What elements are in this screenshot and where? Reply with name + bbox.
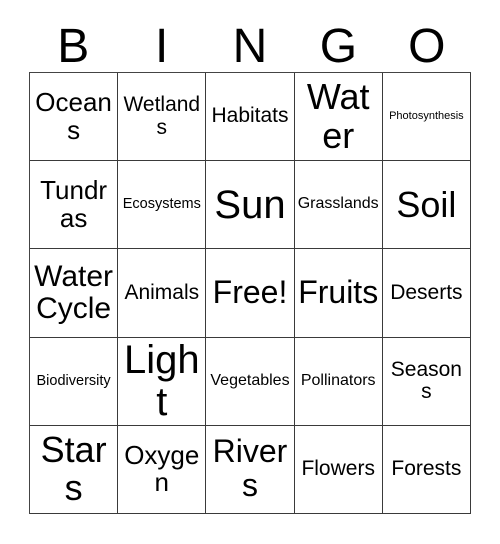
bingo-cell-label: Flowers xyxy=(301,457,375,481)
bingo-cell[interactable]: Animals xyxy=(118,249,207,338)
bingo-cell[interactable]: Vegetables xyxy=(206,337,295,426)
bingo-cell-label: Forests xyxy=(391,457,462,481)
bingo-grid: Oceans Wetlands Habitats Water Photosynthesi… xyxy=(29,72,471,514)
bingo-cell-label: Grasslands xyxy=(297,195,379,213)
bingo-cell[interactable]: Stars xyxy=(30,425,119,514)
header-letter-g: G xyxy=(319,20,358,73)
bingo-cell-label: Ecosystems xyxy=(122,196,201,213)
bingo-cell-label: Seasons xyxy=(390,357,462,404)
bingo-cell[interactable]: Rivers xyxy=(206,425,295,514)
bingo-cell[interactable]: Oxygen xyxy=(118,425,207,514)
bingo-cell[interactable]: Grasslands xyxy=(294,161,383,250)
bingo-cell[interactable]: Soil xyxy=(382,161,471,250)
bingo-cell[interactable]: Seasons xyxy=(382,337,471,426)
bingo-cell[interactable]: Biodiversity xyxy=(30,337,119,426)
header-letter-i: I xyxy=(154,20,169,73)
bingo-cell[interactable]: Water Cycle xyxy=(30,249,119,338)
bingo-cell-label: Fruits xyxy=(298,274,379,311)
bingo-cell[interactable]: Forests xyxy=(382,425,471,514)
header-letter-n: N xyxy=(232,20,268,73)
bingo-cell-label: Water Cycle xyxy=(34,260,114,325)
bingo-cell-label: Free! xyxy=(212,274,288,311)
bingo-cell-label: Wetlands xyxy=(123,93,201,139)
bingo-cell-label: Photosynthesis xyxy=(389,109,464,122)
bingo-cell[interactable]: Flowers xyxy=(294,425,383,514)
header-letter-o: O xyxy=(408,20,446,73)
bingo-cell[interactable]: Sun xyxy=(206,161,295,250)
bingo-cell[interactable]: Photosynthesis xyxy=(382,73,471,162)
bingo-header-row: B I N G O xyxy=(29,8,471,72)
bingo-cell-free-space[interactable]: Free! xyxy=(206,249,295,338)
bingo-cell-label: Oxygen xyxy=(124,439,200,498)
bingo-cell-label: Sun xyxy=(214,182,286,227)
bingo-cell[interactable]: Water xyxy=(294,73,383,162)
bingo-cell-label: Deserts xyxy=(390,280,463,304)
bingo-cell[interactable]: Deserts xyxy=(382,249,471,338)
bingo-cell-label: Soil xyxy=(396,183,457,225)
bingo-cell-label: Light xyxy=(123,337,200,425)
bingo-cell-label: Oceans xyxy=(35,87,112,145)
bingo-cell-label: Tundras xyxy=(40,175,108,233)
bingo-cell[interactable]: Tundras xyxy=(30,161,119,250)
bingo-cell[interactable]: Light xyxy=(118,337,207,426)
bingo-cell[interactable]: Fruits xyxy=(294,249,383,338)
bingo-cell-label: Habitats xyxy=(211,104,289,128)
bingo-cell-label: Pollinators xyxy=(300,371,376,389)
bingo-cell-label: Animals xyxy=(124,280,200,304)
bingo-cell[interactable]: Ecosystems xyxy=(118,161,207,250)
bingo-cell[interactable]: Oceans xyxy=(30,73,119,162)
bingo-cell-label: Water xyxy=(306,76,370,156)
bingo-card: B I N G O Oceans Wetlands Habitats Water Pho… xyxy=(0,0,500,544)
bingo-cell-label: Biodiversity xyxy=(36,372,111,389)
bingo-cell[interactable]: Pollinators xyxy=(294,337,383,426)
bingo-cell-label: Vegetables xyxy=(210,371,290,389)
bingo-cell[interactable]: Wetlands xyxy=(118,73,207,162)
bingo-cell-label: Stars xyxy=(40,429,107,509)
bingo-cell[interactable]: Habitats xyxy=(206,73,295,162)
header-letter-b: B xyxy=(57,20,90,73)
bingo-cell-label: Rivers xyxy=(212,433,288,504)
